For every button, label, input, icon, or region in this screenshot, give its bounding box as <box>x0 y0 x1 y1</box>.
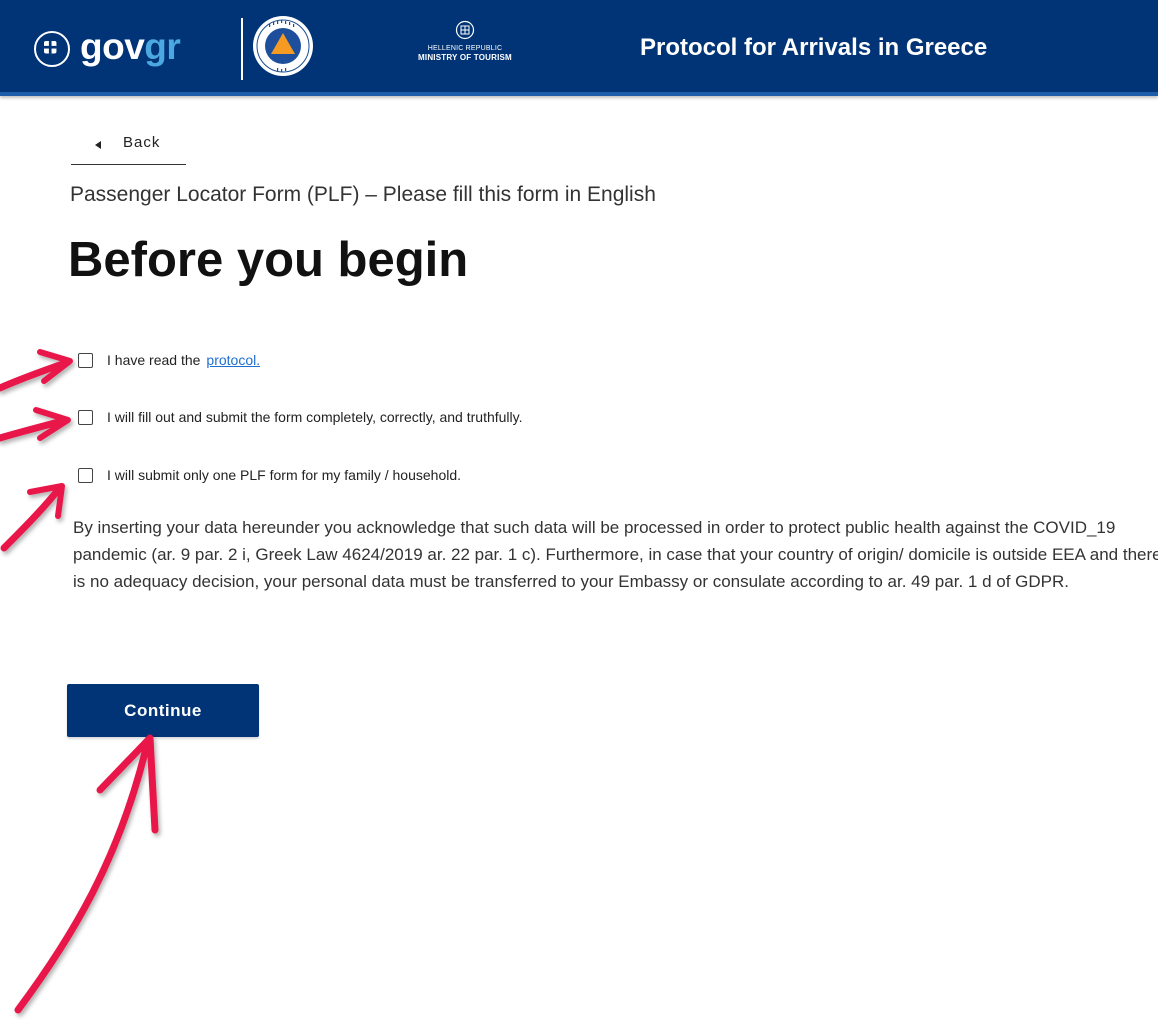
ministry-line2: MINISTRY OF TOURISM <box>418 53 512 62</box>
annotation-arrowhead-3 <box>27 483 65 519</box>
form-subtitle: Passenger Locator Form (PLF) – Please fi… <box>70 183 656 206</box>
ministry-of-tourism-logo: HELLENIC REPUBLIC MINISTRY OF TOURISM <box>410 20 520 63</box>
page-title: Before you begin <box>68 233 469 287</box>
checkbox-label: I will fill out and submit the form comp… <box>107 409 523 425</box>
govgr-logo[interactable]: govgr <box>80 25 181 69</box>
annotation-arrowhead-1 <box>37 349 73 384</box>
ministry-emblem-icon <box>455 20 475 40</box>
checkbox-one-form-per-household[interactable]: I will submit only one PLF form for my f… <box>76 463 461 487</box>
annotation-arrow-2 <box>0 416 70 442</box>
ministry-line1: HELLENIC REPUBLIC <box>427 45 503 52</box>
checkbox-label: I have read the <box>107 352 201 368</box>
page: govgr HELLENIC REPUBLIC MINISTRY OF TOUR… <box>0 0 1158 1020</box>
govgr-emblem-icon <box>34 31 70 67</box>
back-arrow-icon <box>95 141 101 149</box>
checkbox-read-protocol[interactable]: I have read the protocol. <box>76 348 260 372</box>
annotation-arrowhead-4 <box>96 734 159 834</box>
checkbox[interactable] <box>78 352 93 368</box>
data-processing-disclaimer: By inserting your data hereunder you ack… <box>73 518 1158 591</box>
header-divider <box>241 18 243 80</box>
protocol-link[interactable]: protocol. <box>206 352 260 368</box>
site-header: govgr HELLENIC REPUBLIC MINISTRY OF TOUR… <box>0 0 1158 96</box>
header-title: Protocol for Arrivals in Greece <box>640 34 988 61</box>
checkbox-fill-truthfully[interactable]: I will fill out and submit the form comp… <box>76 405 523 429</box>
annotation-arrowhead-2 <box>33 407 71 441</box>
civil-protection-logo <box>251 14 315 78</box>
annotation-arrow-4 <box>14 736 152 1014</box>
annotation-arrow-3 <box>0 486 62 552</box>
annotation-arrow-1 <box>0 358 72 392</box>
back-link[interactable]: Back <box>71 130 186 165</box>
checkbox[interactable] <box>78 409 93 425</box>
back-label: Back <box>123 134 161 151</box>
checkbox-label: I will submit only one PLF form for my f… <box>107 467 462 483</box>
continue-button[interactable]: Continue <box>67 684 259 737</box>
checkbox[interactable] <box>78 467 93 483</box>
